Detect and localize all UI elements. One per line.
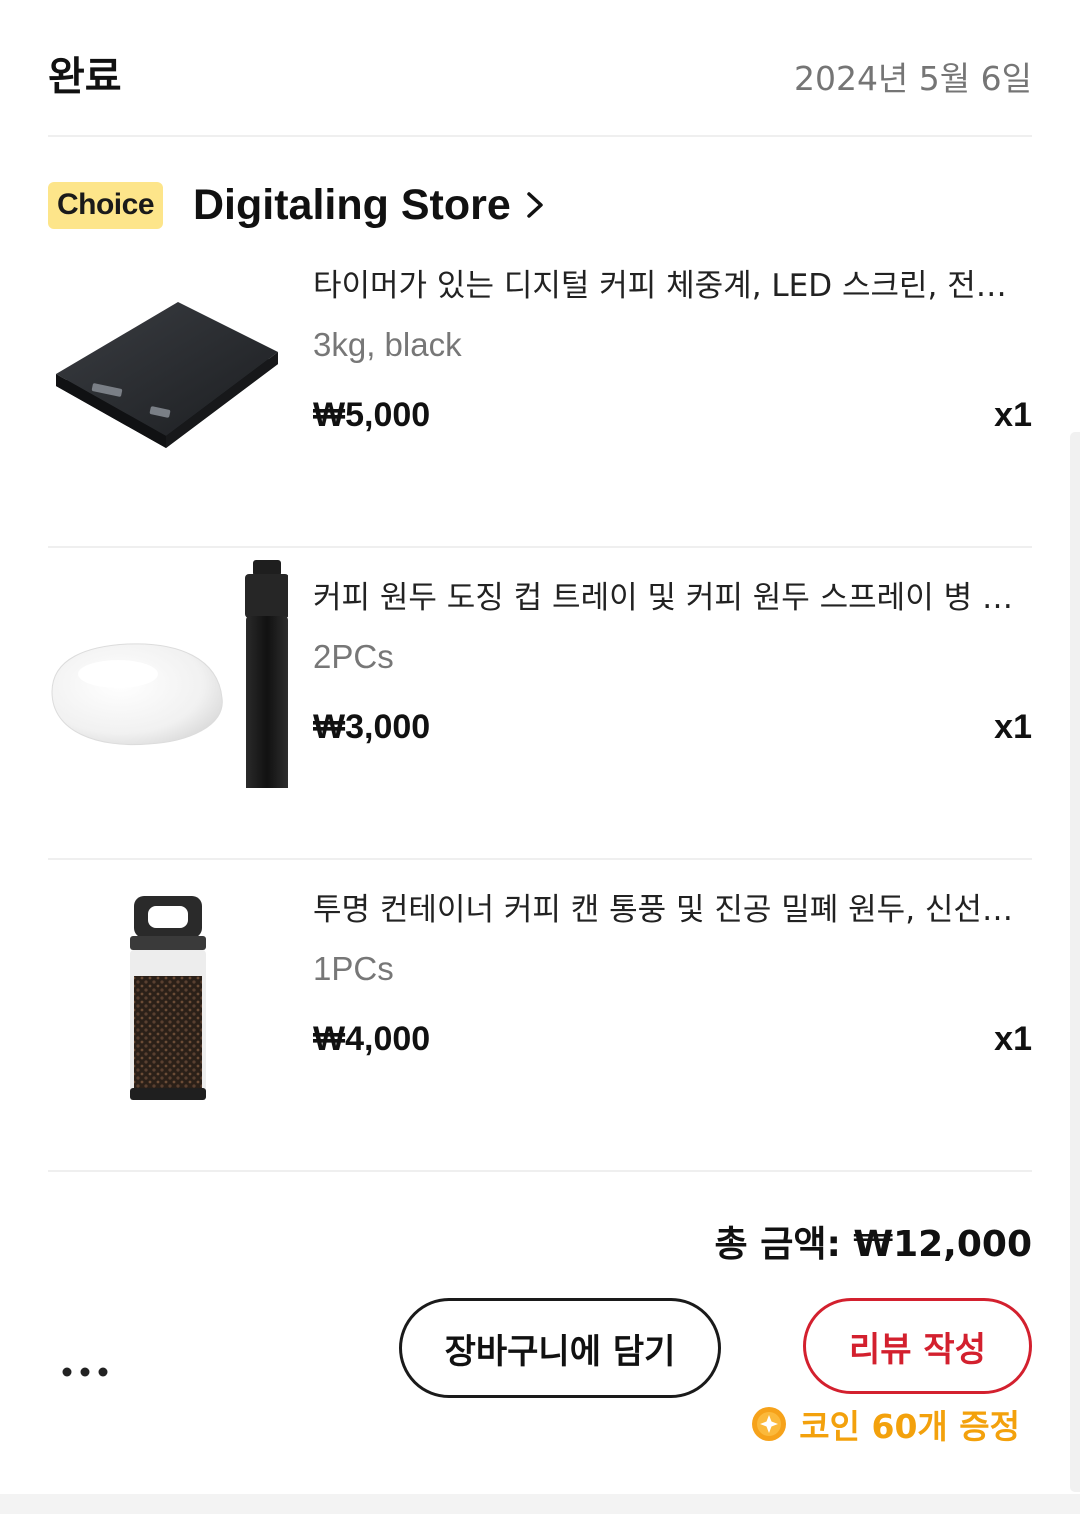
scrollbar[interactable] bbox=[1070, 432, 1080, 1492]
order-detail-page: 완료 2024년 5월 6일 Choice Digitaling Store 타… bbox=[0, 0, 1080, 1514]
item-price: ₩4,000 bbox=[313, 1020, 431, 1058]
store-name[interactable]: Digitaling Store bbox=[193, 181, 511, 230]
review-reward: 코인 60개 증정 bbox=[751, 1400, 1020, 1448]
coin-icon bbox=[752, 1407, 787, 1441]
item-quantity: x1 bbox=[994, 708, 1032, 746]
order-item[interactable]: 타이머가 있는 디지털 커피 체중계, LED 스크린, 전문가용 주방 저울 … bbox=[48, 236, 1032, 548]
write-review-button[interactable]: 리뷰 작성 bbox=[803, 1298, 1032, 1394]
order-item[interactable]: 투명 컨테이너 커피 캔 통풍 및 진공 밀폐 원두, 신선도 유지 1PCs … bbox=[48, 860, 1032, 1172]
item-quantity: x1 bbox=[994, 1020, 1032, 1058]
add-to-cart-button[interactable]: 장바구니에 담기 bbox=[399, 1298, 721, 1398]
order-date: 2024년 5월 6일 bbox=[793, 59, 1032, 98]
item-quantity: x1 bbox=[994, 396, 1032, 434]
choice-badge: Choice bbox=[48, 181, 163, 229]
product-image-canister[interactable] bbox=[48, 860, 288, 1100]
item-title[interactable]: 타이머가 있는 디지털 커피 체중계, LED 스크린, 전문가용 주방 저울 bbox=[313, 260, 1022, 305]
item-title[interactable]: 투명 컨테이너 커피 캔 통풍 및 진공 밀폐 원두, 신선도 유지 bbox=[313, 884, 1022, 929]
more-icon[interactable] bbox=[60, 1360, 110, 1384]
order-status: 완료 bbox=[48, 54, 122, 100]
item-variant: 3kg, black bbox=[313, 326, 462, 363]
chevron-right-icon[interactable] bbox=[525, 188, 547, 222]
item-variant: 2PCs bbox=[313, 638, 394, 675]
store-link[interactable]: Choice Digitaling Store bbox=[48, 180, 547, 230]
item-price: ₩5,000 bbox=[313, 396, 431, 434]
reward-text: 코인 60개 증정 bbox=[799, 1407, 1020, 1446]
footer-band bbox=[0, 1494, 1080, 1514]
product-image-dosing-tray[interactable] bbox=[48, 548, 288, 788]
order-total: 총 금액: ₩12,000 bbox=[714, 1224, 1032, 1265]
item-variant: 1PCs bbox=[313, 950, 394, 987]
order-item[interactable]: 커피 원두 도징 컵 트레이 및 커피 원두 스프레이 병 세트 2PCs ₩3… bbox=[48, 548, 1032, 860]
product-image-scale[interactable] bbox=[48, 236, 288, 476]
item-title[interactable]: 커피 원두 도징 컵 트레이 및 커피 원두 스프레이 병 세트 bbox=[313, 572, 1022, 617]
item-price: ₩3,000 bbox=[313, 708, 431, 746]
order-header: 완료 2024년 5월 6일 bbox=[48, 0, 1032, 137]
